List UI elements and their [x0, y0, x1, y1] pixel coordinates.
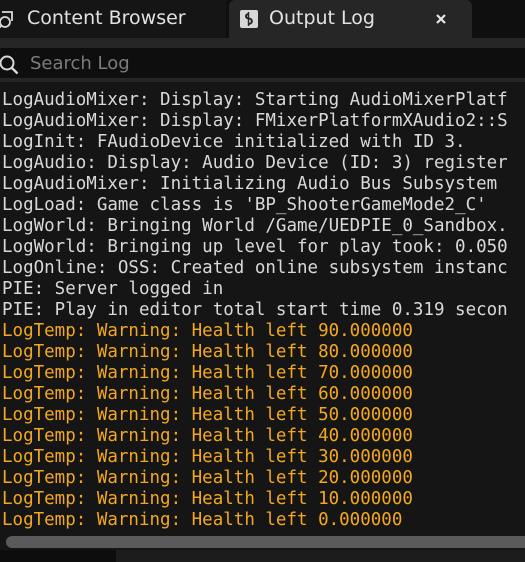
log-line: PIE: Play in editor total start time 0.3… [2, 300, 508, 320]
tab-content-browser-label: Content Browser [27, 7, 186, 29]
log-line: LogAudioMixer: Display: FMixerPlatformXA… [2, 111, 508, 131]
close-icon[interactable] [431, 9, 451, 29]
log-line-warning: LogTemp: Warning: Health left 10.000000 [2, 489, 413, 509]
tab-output-log-label: Output Log [269, 7, 375, 29]
log-line-warning: LogTemp: Warning: Health left 30.000000 [2, 447, 413, 467]
log-line: LogWorld: Bringing up level for play too… [2, 237, 508, 257]
tab-output-log[interactable]: Output Log [229, 0, 472, 38]
log-line: LogWorld: Bringing World /Game/UEDPIE_0_… [2, 216, 508, 236]
horizontal-scrollbar[interactable] [0, 534, 525, 550]
log-line: LogAudio: Display: Audio Device (ID: 3) … [2, 153, 508, 173]
log-line: LogAudioMixer: Initializing Audio Bus Su… [2, 174, 498, 194]
log-line-warning: LogTemp: Warning: Health left 90.000000 [2, 321, 413, 341]
log-line-warning: LogTemp: Warning: Health left 20.000000 [2, 468, 413, 488]
content-browser-icon [0, 11, 13, 29]
log-line-warning: LogTemp: Warning: Health left 0.000000 [2, 510, 403, 530]
search-box[interactable] [0, 48, 525, 78]
panel-divider [116, 550, 525, 562]
log-line: LogAudioMixer: Display: Starting AudioMi… [2, 90, 508, 110]
scrollbar-thumb[interactable] [6, 536, 525, 548]
log-line: LogInit: FAudioDevice initialized with I… [2, 132, 466, 152]
log-line-warning: LogTemp: Warning: Health left 50.000000 [2, 405, 413, 425]
search-toolbar [0, 38, 525, 82]
bottom-panel-strip [0, 550, 525, 562]
log-icon [240, 10, 258, 28]
log-output[interactable]: LogAudioMixer: Display: Starting AudioMi… [0, 82, 525, 534]
log-lines: LogAudioMixer: Display: Starting AudioMi… [2, 90, 508, 531]
log-line-warning: LogTemp: Warning: Health left 60.000000 [2, 384, 413, 404]
tab-content-browser[interactable]: Content Browser [0, 0, 226, 38]
search-input[interactable] [30, 51, 510, 75]
log-line-warning: LogTemp: Warning: Health left 40.000000 [2, 426, 413, 446]
tab-bar: Content Browser Output Log [0, 0, 525, 38]
log-line: LogOnline: OSS: Created online subsystem… [2, 258, 508, 278]
log-line-warning: LogTemp: Warning: Health left 70.000000 [2, 363, 413, 383]
log-line: LogLoad: Game class is 'BP_ShooterGameMo… [2, 195, 487, 215]
log-line: PIE: Server logged in [2, 279, 224, 299]
search-icon [0, 55, 19, 75]
log-line-warning: LogTemp: Warning: Health left 80.000000 [2, 342, 413, 362]
